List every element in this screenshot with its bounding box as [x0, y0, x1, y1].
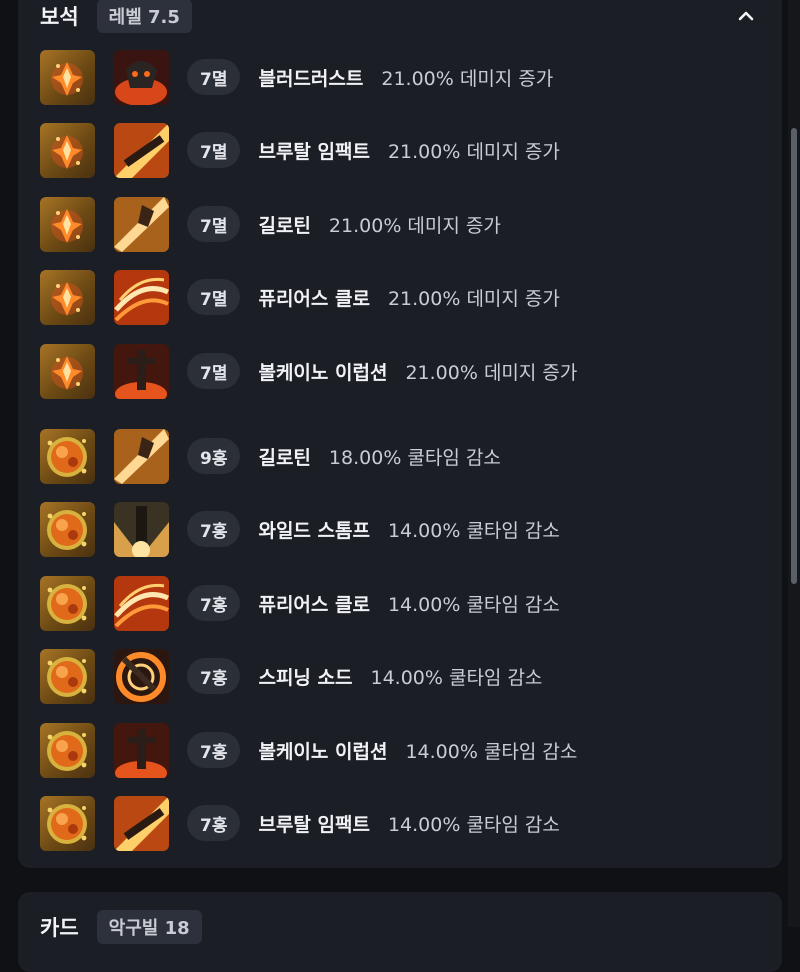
card-section-header: 카드 악구빌 18 [40, 910, 202, 944]
gem-section-card: 보석 레벨 7.5 7멸 블러드러스트 21.00% 데미지 증가 7멸 브루탈 임팩트… [18, 0, 782, 868]
gem-effect: 14.00% 쿨타임 감소 [387, 813, 560, 836]
gem-level-pill: 7멸 [187, 279, 241, 315]
gem-row[interactable]: 7멸 브루탈 임팩트 21.00% 데미지 증가 [40, 122, 560, 178]
skill-name: 블러드러스트 [258, 67, 364, 90]
card-set-badge: 악구빌 18 [96, 910, 202, 944]
skill-name: 브루탈 임팩트 [258, 140, 370, 163]
gem-effect: 21.00% 데미지 증가 [387, 287, 560, 310]
cooldown-gem-icon[interactable] [40, 501, 95, 557]
guillotine-skill-icon[interactable] [114, 196, 169, 252]
brutal-impact-skill-icon[interactable] [114, 122, 169, 178]
gem-row[interactable]: 7홍 브루탈 임팩트 14.00% 쿨타임 감소 [40, 795, 560, 851]
cooldown-gem-icon[interactable] [40, 795, 95, 851]
skill-name: 브루탈 임팩트 [258, 813, 370, 836]
gem-level-badge: 레벨 7.5 [96, 0, 192, 33]
volcano-eruption-skill-icon[interactable] [114, 722, 169, 778]
gem-effect: 21.00% 데미지 증가 [387, 140, 560, 163]
gem-level-pill: 7멸 [187, 59, 241, 95]
gem-level-pill: 7홍 [187, 585, 241, 621]
cooldown-gem-icon[interactable] [40, 722, 95, 778]
gem-section-title: 보석 [40, 5, 79, 29]
gem-row[interactable]: 7홍 퓨리어스 클로 14.00% 쿨타임 감소 [40, 575, 560, 631]
gem-effect: 14.00% 쿨타임 감소 [370, 666, 543, 689]
skill-name: 볼케이노 이럽션 [258, 740, 388, 763]
cooldown-gem-icon[interactable] [40, 428, 95, 484]
gem-level-pill: 7홍 [187, 511, 241, 547]
damage-gem-icon[interactable] [40, 196, 95, 252]
gem-effect: 21.00% 데미지 증가 [381, 67, 554, 90]
scrollbar[interactable] [788, 0, 800, 927]
collapse-button[interactable] [732, 2, 760, 30]
skill-name: 퓨리어스 클로 [258, 593, 370, 616]
gem-row[interactable]: 7홍 볼케이노 이럽션 14.00% 쿨타임 감소 [40, 722, 577, 778]
gem-row[interactable]: 7멸 블러드러스트 21.00% 데미지 증가 [40, 49, 553, 105]
furious-claw-skill-icon[interactable] [114, 575, 169, 631]
gem-effect: 14.00% 쿨타임 감소 [387, 593, 560, 616]
gem-level-pill: 7홍 [187, 732, 241, 768]
gem-row[interactable]: 7멸 퓨리어스 클로 21.00% 데미지 증가 [40, 269, 560, 325]
gem-level-pill: 7홍 [187, 805, 241, 841]
gem-row[interactable]: 7멸 볼케이노 이럽션 21.00% 데미지 증가 [40, 343, 577, 399]
gem-row[interactable]: 9홍 길로틴 18.00% 쿨타임 감소 [40, 428, 501, 484]
gem-row[interactable]: 7홍 스피닝 소드 14.00% 쿨타임 감소 [40, 648, 542, 704]
damage-gem-icon[interactable] [40, 269, 95, 325]
gem-effect: 14.00% 쿨타임 감소 [405, 740, 578, 763]
gem-effect: 21.00% 데미지 증가 [328, 214, 501, 237]
damage-gem-icon[interactable] [40, 343, 95, 399]
wild-stomp-skill-icon[interactable] [114, 501, 169, 557]
skill-name: 퓨리어스 클로 [258, 287, 370, 310]
gem-level-pill: 7멸 [187, 353, 241, 389]
gem-effect: 21.00% 데미지 증가 [405, 361, 578, 384]
skill-name: 와일드 스톰프 [258, 519, 370, 542]
gem-section-header: 보석 레벨 7.5 [40, 0, 192, 33]
damage-gem-icon[interactable] [40, 122, 95, 178]
brutal-impact-skill-icon[interactable] [114, 795, 169, 851]
gem-level-pill: 9홍 [187, 438, 241, 474]
gem-row[interactable]: 7멸 길로틴 21.00% 데미지 증가 [40, 196, 501, 252]
card-section-title: 카드 [40, 916, 79, 940]
gem-level-pill: 7멸 [187, 206, 241, 242]
skill-name: 스피닝 소드 [258, 666, 353, 689]
gem-effect: 18.00% 쿨타임 감소 [328, 446, 501, 469]
guillotine-skill-icon[interactable] [114, 428, 169, 484]
cooldown-gem-icon[interactable] [40, 648, 95, 704]
scrollbar-thumb[interactable] [791, 128, 797, 584]
chevron-up-icon [738, 11, 754, 21]
blood-rust-skill-icon[interactable] [114, 49, 169, 105]
volcano-eruption-skill-icon[interactable] [114, 343, 169, 399]
skill-name: 길로틴 [258, 214, 311, 237]
card-section-card: 카드 악구빌 18 [18, 892, 782, 972]
furious-claw-skill-icon[interactable] [114, 269, 169, 325]
gem-level-pill: 7홍 [187, 658, 241, 694]
gem-effect: 14.00% 쿨타임 감소 [387, 519, 560, 542]
gem-level-pill: 7멸 [187, 132, 241, 168]
skill-name: 길로틴 [258, 446, 311, 469]
skill-name: 볼케이노 이럽션 [258, 361, 388, 384]
cooldown-gem-icon[interactable] [40, 575, 95, 631]
gem-row[interactable]: 7홍 와일드 스톰프 14.00% 쿨타임 감소 [40, 501, 560, 557]
damage-gem-icon[interactable] [40, 49, 95, 105]
spinning-sword-skill-icon[interactable] [114, 648, 169, 704]
